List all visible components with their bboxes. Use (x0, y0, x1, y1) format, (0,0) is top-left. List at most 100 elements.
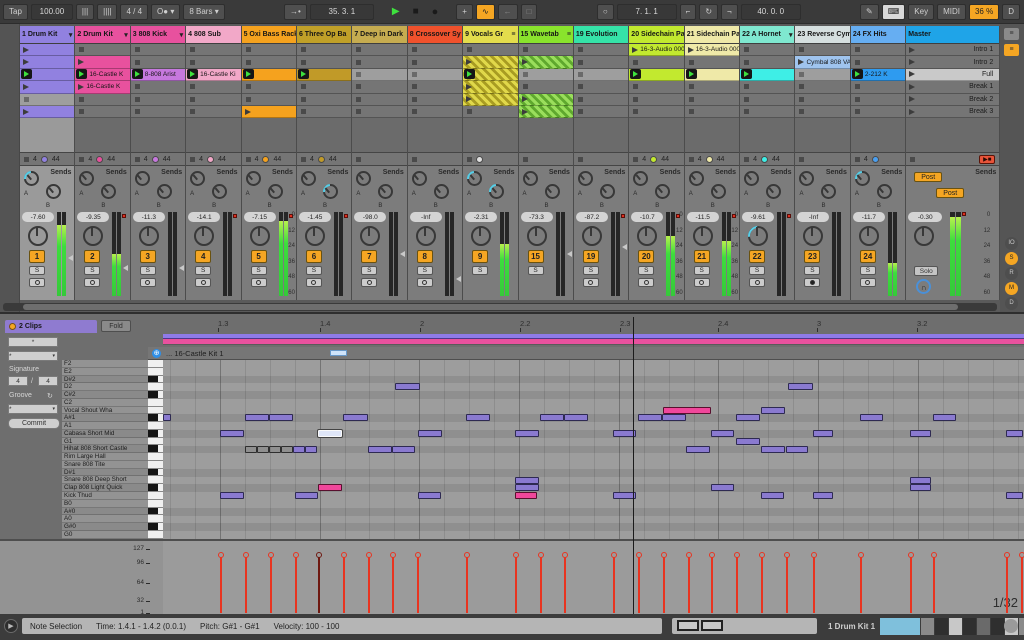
clip-slot[interactable]: 16-3-Audio 0002 (684, 44, 740, 57)
solo-button[interactable]: S (527, 266, 544, 276)
arm-button[interactable] (250, 278, 267, 288)
velocity-stem[interactable] (366, 552, 372, 613)
midi-note[interactable] (318, 484, 342, 492)
clip-slot[interactable] (518, 44, 573, 57)
arrangement-position-field[interactable]: 35. 3. 1 (309, 3, 374, 20)
clip-slot[interactable] (407, 81, 463, 94)
solo-button[interactable]: S (361, 266, 378, 276)
send-a-knob[interactable] (24, 171, 39, 187)
track-activator-button[interactable]: 9 (472, 250, 489, 264)
pan-knob[interactable] (415, 226, 436, 247)
clip-slot[interactable] (684, 81, 740, 94)
arm-button[interactable] (638, 278, 655, 288)
clip-slot[interactable] (75, 93, 130, 106)
clip-slot[interactable] (186, 56, 241, 69)
computer-midi-keyboard-button[interactable]: ⌨ (881, 3, 906, 20)
clip-slot[interactable] (573, 81, 629, 94)
midi-note[interactable] (281, 445, 293, 453)
clip-slot[interactable] (352, 93, 407, 106)
clip-slot[interactable] (795, 93, 850, 106)
clip-slot[interactable] (130, 105, 186, 119)
signature-denominator-field[interactable]: 4 (38, 376, 58, 386)
clip-slot[interactable] (463, 81, 518, 94)
send-a-knob[interactable] (577, 171, 593, 187)
clip-stop-row[interactable]: 4 44 (684, 152, 740, 167)
midi-note[interactable] (564, 414, 588, 422)
clip-stop-row[interactable] (352, 152, 407, 167)
clip-stop-row[interactable] (407, 152, 463, 167)
nudge-down-button[interactable]: ||| (75, 3, 95, 20)
clip-slot[interactable] (740, 93, 795, 106)
clip-slot[interactable] (629, 56, 684, 69)
clip-slot[interactable] (573, 105, 629, 119)
pan-knob[interactable] (360, 226, 381, 247)
track-activator-button[interactable]: 20 (638, 250, 655, 264)
clip-slot[interactable] (352, 44, 407, 57)
clip-slot[interactable] (518, 105, 573, 119)
clip-slot[interactable] (740, 56, 795, 69)
clip-slot[interactable] (352, 81, 407, 94)
nudge-up-button[interactable]: |||| (97, 3, 118, 20)
clip-slot[interactable] (463, 44, 518, 57)
device-thumbnail[interactable] (949, 618, 962, 635)
track-header[interactable]: 20 Sidechain Pad (629, 26, 684, 44)
clip-slot[interactable] (241, 93, 296, 106)
track-volume-value[interactable]: -7.15 (243, 212, 276, 223)
track-volume-value[interactable]: -2.31 (465, 212, 498, 223)
clip-stop-row[interactable]: 4 44 (75, 152, 130, 167)
solo-button[interactable]: S (859, 266, 876, 276)
midi-note[interactable] (418, 492, 441, 500)
solo-button[interactable]: S (195, 266, 212, 276)
solo-button[interactable]: S (416, 266, 433, 276)
arm-button[interactable] (29, 278, 45, 288)
send-a-knob[interactable] (522, 171, 538, 187)
clip-slot[interactable] (296, 56, 352, 69)
track-header[interactable]: 6 Three Op Ba (296, 26, 352, 44)
send-a-knob[interactable] (134, 171, 150, 187)
midi-note[interactable] (245, 414, 269, 422)
midi-overdub-button[interactable]: ∿ (475, 3, 495, 20)
velocity-stem[interactable] (686, 552, 692, 613)
midi-note[interactable] (1006, 492, 1023, 500)
pan-knob[interactable] (138, 226, 159, 247)
midi-note[interactable] (515, 484, 539, 492)
midi-note[interactable] (293, 445, 305, 453)
velocity-stem[interactable] (661, 552, 667, 613)
clip-slot[interactable]: Cymbal 808 VA9 (795, 56, 850, 69)
clip-slot[interactable] (75, 105, 130, 119)
clip-slot[interactable] (795, 81, 850, 94)
track-volume-value[interactable]: -Inf (797, 212, 830, 223)
midi-note[interactable] (761, 445, 785, 453)
midi-note[interactable] (395, 383, 420, 391)
clip-slot[interactable] (241, 56, 296, 69)
clip-slot[interactable] (407, 93, 463, 106)
device-thumbnail[interactable] (991, 618, 1004, 635)
white-key[interactable] (148, 530, 163, 539)
clip-slot[interactable] (20, 44, 75, 57)
clip-slot[interactable] (407, 56, 463, 69)
device-thumbnail[interactable] (921, 618, 934, 635)
track-header[interactable]: 19 Evolution (573, 26, 629, 44)
solo-button[interactable]: S (693, 266, 710, 276)
pan-knob[interactable] (581, 226, 602, 247)
clip-slot[interactable] (20, 105, 75, 119)
device-toggle-icon[interactable] (1004, 619, 1018, 633)
device-chain-thumbnails[interactable] (880, 618, 1024, 635)
clip-slot[interactable] (740, 81, 795, 94)
scene-slot[interactable]: Intro 1 (906, 44, 1000, 57)
track-volume-value[interactable]: -11.3 (132, 212, 165, 223)
velocity-stem[interactable] (811, 552, 817, 613)
track-volume-value[interactable]: -11.5 (686, 212, 719, 223)
white-key[interactable] (148, 492, 163, 500)
signature-numerator-field[interactable]: 4 (8, 376, 28, 386)
black-key[interactable] (148, 468, 163, 477)
follow-button[interactable]: →• (284, 3, 307, 20)
send-b-knob[interactable] (599, 184, 615, 200)
clip-slot[interactable] (352, 68, 407, 82)
clip-slot[interactable] (795, 44, 850, 57)
midi-note[interactable] (245, 445, 257, 453)
black-key[interactable] (148, 414, 163, 423)
clip-slot[interactable] (130, 81, 186, 94)
clip-slot[interactable] (463, 93, 518, 106)
track-header[interactable]: 24 FX Hits (850, 26, 906, 44)
